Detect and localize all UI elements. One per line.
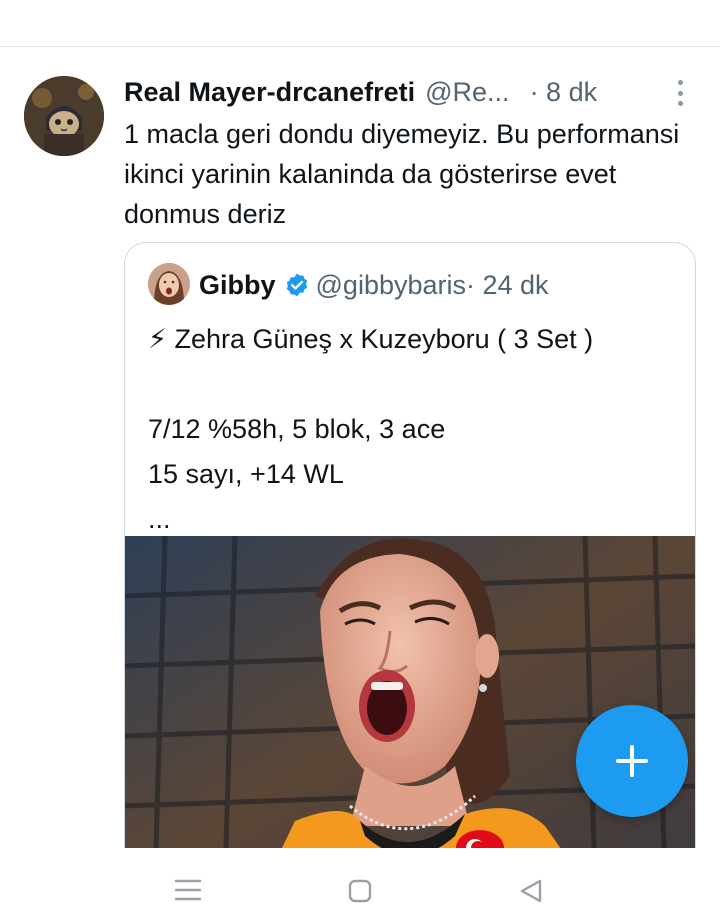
quoted-tweet-timestamp[interactable]: · 24 dk	[466, 270, 549, 301]
quoted-author-avatar[interactable]	[148, 263, 190, 305]
tweet-text: 1 macla geri dondu diyemeyiz. Bu perform…	[124, 119, 680, 229]
top-divider	[0, 46, 720, 47]
author-name[interactable]: Real Mayer-drcanefreti	[124, 77, 415, 108]
quoted-tweet-text: ⚡ Zehra Güneş x Kuzeyboru ( 3 Set ) 7/12…	[148, 324, 594, 534]
tweet-header: Real Mayer-drcanefreti @Re... · 8 dk	[124, 74, 714, 110]
quoted-author-handle[interactable]: @gibbybaris	[316, 270, 466, 301]
plus-icon	[616, 745, 648, 777]
menu-icon[interactable]	[175, 879, 201, 901]
verified-badge-icon	[286, 273, 307, 297]
compose-button[interactable]	[576, 705, 688, 817]
quoted-tweet-header: Gibby @gibbybaris · 24 dk	[199, 263, 549, 307]
author-handle[interactable]: @Re...	[425, 77, 509, 108]
more-vertical-icon[interactable]	[674, 80, 686, 106]
back-triangle-icon[interactable]	[518, 878, 544, 904]
author-avatar[interactable]	[24, 76, 104, 156]
tweet-timestamp[interactable]: · 8 dk	[530, 77, 598, 108]
home-square-icon[interactable]	[348, 879, 372, 903]
quoted-author-name[interactable]: Gibby	[199, 270, 276, 301]
